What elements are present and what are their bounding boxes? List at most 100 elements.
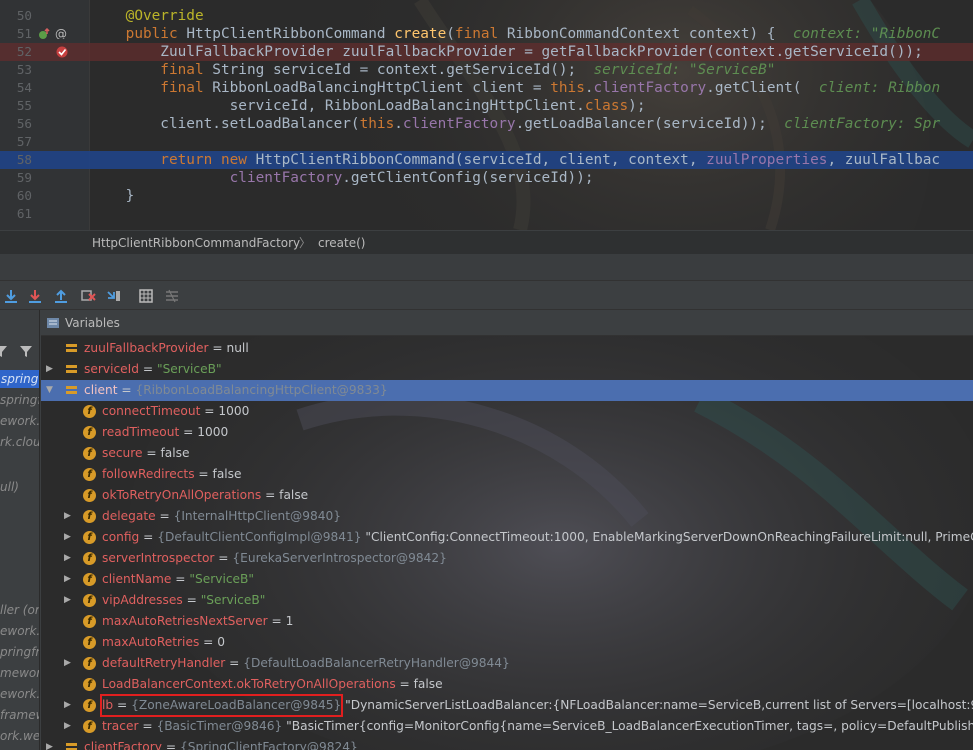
expand-arrow-icon[interactable]: ▶ xyxy=(46,359,56,380)
stack-frame-item[interactable]: pringfra xyxy=(0,643,39,661)
stack-frame-item[interactable]: ull) xyxy=(0,478,19,496)
expand-arrow-icon[interactable]: ▶ xyxy=(64,590,74,611)
field-icon xyxy=(83,611,96,632)
step-over-icon[interactable] xyxy=(3,288,19,304)
line-number[interactable]: 52 xyxy=(0,43,32,61)
stack-frame-item[interactable]: springf xyxy=(0,370,39,388)
variable-row[interactable]: ▶ config = {DefaultClientConfigImpl@9841}… xyxy=(41,527,973,548)
variable-row[interactable]: secure = false xyxy=(41,443,973,464)
variable-row[interactable]: ▶lb = {ZoneAwareLoadBalancer@9845} "Dyna… xyxy=(41,694,973,717)
variable-row[interactable]: readTimeout = 1000 xyxy=(41,422,973,443)
expand-arrow-icon[interactable]: ▶ xyxy=(64,695,74,716)
variable-row[interactable]: ▶ vipAddresses = "ServiceB" xyxy=(41,590,973,611)
expand-arrow-icon[interactable]: ▶ xyxy=(46,737,56,750)
code-line[interactable]: 53 final String serviceId = context.getS… xyxy=(0,61,973,79)
variable-row[interactable]: ▶ serviceId = "ServiceB" xyxy=(41,359,973,380)
expand-arrow-icon[interactable]: ▶ xyxy=(64,653,74,674)
code-token: this xyxy=(550,80,585,96)
code-line[interactable]: 56 client.setLoadBalancer(this.clientFac… xyxy=(0,115,973,133)
code-line[interactable]: 61 xyxy=(0,205,973,223)
variable-row[interactable]: maxAutoRetriesNextServer = 1 xyxy=(41,611,973,632)
code-line[interactable]: 60 } xyxy=(0,187,973,205)
code-editor[interactable]: 50 @Override 51 public HttpClientRibbonCo… xyxy=(0,0,973,230)
breadcrumb: HttpClientRibbonCommandFactory 〉 create(… xyxy=(0,230,973,254)
frames-list[interactable]: springf springf ework.cl rk.cloud. ull) ller … xyxy=(0,310,40,750)
variable-type: {RibbonLoadBalancingHttpClient@9833} xyxy=(135,383,388,397)
variable-name: clientFactory xyxy=(84,740,162,750)
stack-frame-item[interactable]: ework.cl xyxy=(0,412,39,430)
code-line[interactable]: 58 return new HttpClientRibbonCommand(se… xyxy=(0,151,973,169)
filter-funnel-icon[interactable] xyxy=(0,344,8,358)
line-number[interactable]: 58 xyxy=(0,151,32,169)
drop-frame-icon[interactable] xyxy=(80,288,96,304)
breadcrumb-class[interactable]: HttpClientRibbonCommandFactory xyxy=(92,231,300,255)
code-line[interactable]: 50 @Override xyxy=(0,7,973,25)
code-token: . xyxy=(584,80,594,96)
expand-arrow-icon[interactable]: ▶ xyxy=(64,527,74,548)
run-to-cursor-icon[interactable] xyxy=(106,288,122,304)
equals-sign: = xyxy=(199,635,218,649)
svg-text:@: @ xyxy=(55,27,67,39)
variable-row[interactable]: ▶ defaultRetryHandler = {DefaultLoadBalan… xyxy=(41,653,973,674)
line-number[interactable]: 57 xyxy=(0,133,32,151)
expand-arrow-icon[interactable]: ▶ xyxy=(64,569,74,590)
stack-frame-item[interactable]: ework.cl xyxy=(0,622,39,640)
equals-sign: = xyxy=(194,467,213,481)
variable-row[interactable]: maxAutoRetries = 0 xyxy=(41,632,973,653)
evaluate-expression-icon[interactable] xyxy=(138,288,154,304)
collapse-arrow-icon[interactable]: ▼ xyxy=(46,380,56,401)
expand-arrow-icon[interactable]: ▶ xyxy=(64,716,74,737)
implements-method-icon[interactable] xyxy=(38,28,50,40)
line-number[interactable]: 54 xyxy=(0,79,32,97)
filter-icon[interactable] xyxy=(19,344,33,358)
line-number[interactable]: 59 xyxy=(0,169,32,187)
stack-frame-item[interactable]: ework.we xyxy=(0,685,39,703)
panel-divider[interactable] xyxy=(0,254,973,280)
stack-frame-item[interactable]: mework. xyxy=(0,664,39,682)
line-number[interactable]: 51 xyxy=(0,25,32,43)
stack-frame-item[interactable]: rk.cloud. xyxy=(0,433,39,451)
variable-row[interactable]: followRedirects = false xyxy=(41,464,973,485)
variable-value: false xyxy=(160,446,190,460)
line-number[interactable]: 50 xyxy=(0,7,32,25)
code-line[interactable]: 55 serviceId, RibbonLoadBalancingHttpCli… xyxy=(0,97,973,115)
code-line[interactable]: 54 final RibbonLoadBalancingHttpClient c… xyxy=(0,79,973,97)
variable-value: 0 xyxy=(217,635,226,649)
variable-value: "ClientConfig:ConnectTimeout:1000, Enabl… xyxy=(361,530,973,544)
line-number[interactable]: 60 xyxy=(0,187,32,205)
breadcrumb-method[interactable]: create() xyxy=(318,231,365,255)
variable-row[interactable]: okToRetryOnAllOperations = false xyxy=(41,485,973,506)
variable-type: {BasicTimer@9846} xyxy=(156,719,283,733)
variable-row[interactable]: ▶ serverIntrospector = {EurekaServerIntro… xyxy=(41,548,973,569)
variable-row[interactable]: LoadBalancerContext.okToRetryOnAllOperat… xyxy=(41,674,973,695)
code-line[interactable]: 57 xyxy=(0,133,973,151)
stack-frame-item[interactable]: springf xyxy=(0,391,39,409)
code-line[interactable]: 59 clientFactory.getClientConfig(service… xyxy=(0,169,973,187)
stack-frame-item[interactable]: ller (or xyxy=(0,601,39,619)
variable-row[interactable]: connectTimeout = 1000 xyxy=(41,401,973,422)
variable-value: "ServiceB" xyxy=(200,593,266,607)
code-text: clientFactory.getClientConfig(serviceId)… xyxy=(91,169,594,187)
expand-arrow-icon[interactable]: ▶ xyxy=(64,548,74,569)
line-number[interactable]: 61 xyxy=(0,205,32,223)
step-out-icon[interactable] xyxy=(53,288,69,304)
field-icon xyxy=(83,569,96,590)
variable-row[interactable]: ▶ clientFactory = {SpringClientFactory@98… xyxy=(41,737,973,750)
variable-row[interactable]: ▼ client = {RibbonLoadBalancingHttpClient… xyxy=(41,380,973,401)
stack-frame-item[interactable]: framew xyxy=(0,706,39,724)
variable-row[interactable]: ▶ tracer = {BasicTimer@9846} "BasicTimer{… xyxy=(41,716,973,737)
variable-row[interactable]: ▶ clientName = "ServiceB" xyxy=(41,569,973,590)
trace-stream-icon[interactable] xyxy=(164,288,180,304)
breakpoint-icon[interactable] xyxy=(56,46,68,58)
code-token: client.setLoadBalancer( xyxy=(91,116,360,132)
stack-frame-item[interactable]: ork.web.s xyxy=(0,727,39,745)
expand-arrow-icon[interactable]: ▶ xyxy=(64,506,74,527)
line-number[interactable]: 53 xyxy=(0,61,32,79)
variable-row[interactable]: ▶ delegate = {InternalHttpClient@9840} xyxy=(41,506,973,527)
variable-row[interactable]: zuulFallbackProvider = null xyxy=(41,338,973,359)
code-line[interactable]: 51 public HttpClientRibbonCommand create… xyxy=(0,25,973,43)
line-number[interactable]: 55 xyxy=(0,97,32,115)
line-number[interactable]: 56 xyxy=(0,115,32,133)
code-line[interactable]: 52 ZuulFallbackProvider zuulFallbackProv… xyxy=(0,43,973,61)
step-into-icon[interactable] xyxy=(27,288,43,304)
